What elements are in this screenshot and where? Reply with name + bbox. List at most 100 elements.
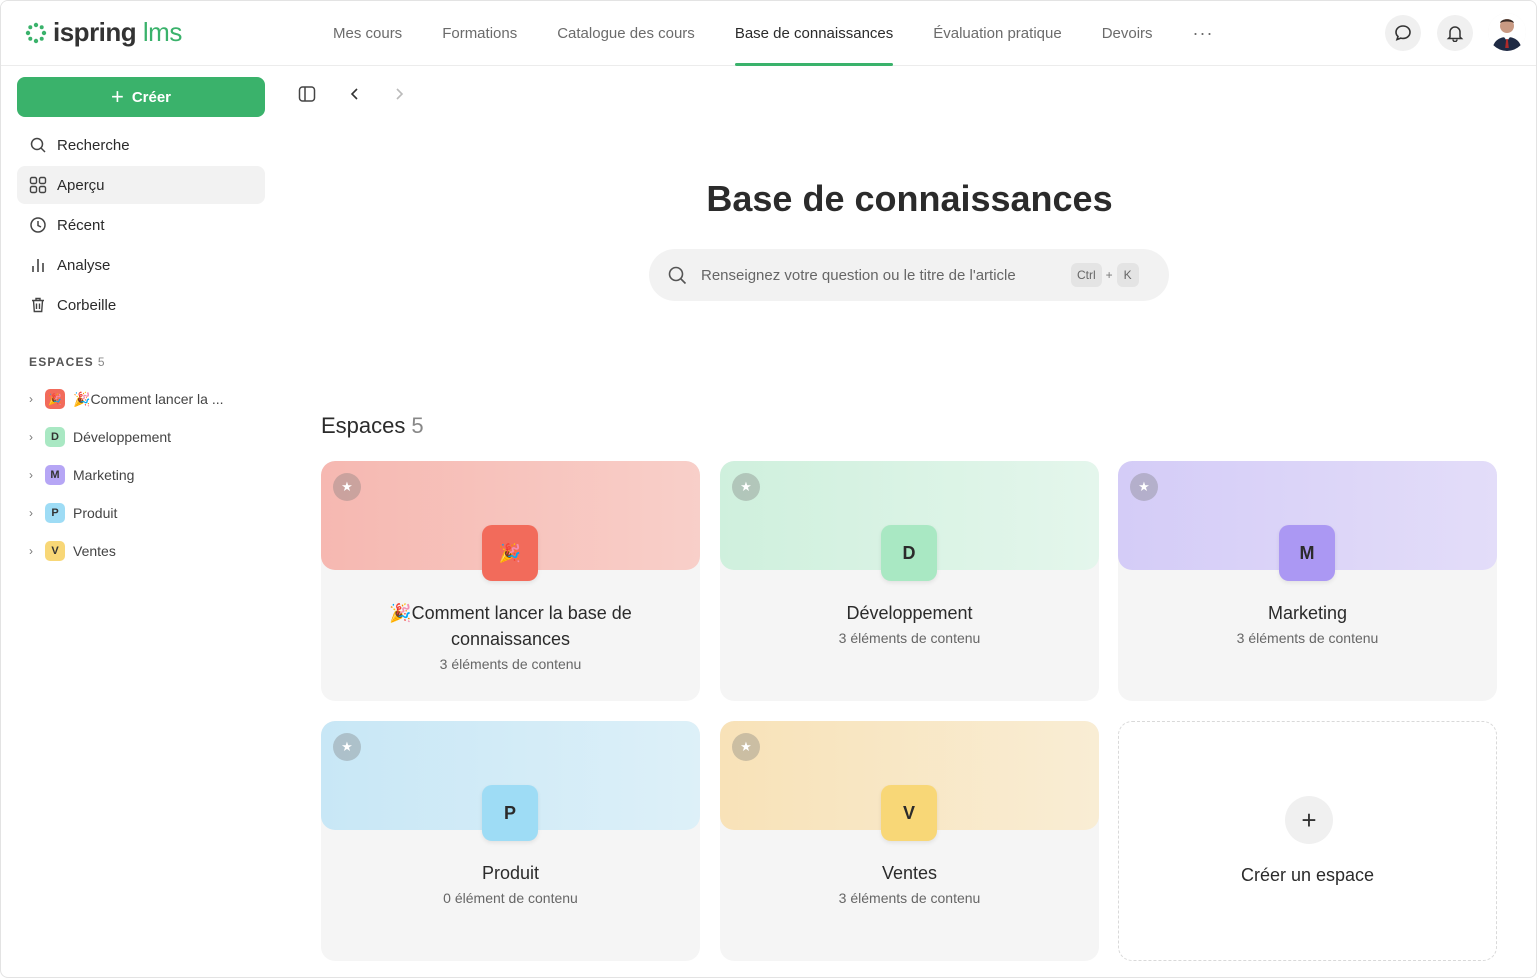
main-nav: Mes cours Formations Catalogue des cours… bbox=[313, 1, 1234, 66]
forward-button[interactable] bbox=[389, 84, 409, 104]
nav-catalogue[interactable]: Catalogue des cours bbox=[537, 1, 715, 66]
sidebar-item-analyse[interactable]: Analyse bbox=[17, 246, 265, 284]
space-label: Marketing bbox=[73, 467, 135, 483]
card-subtitle: 3 éléments de contenu bbox=[838, 890, 981, 906]
space-card-developpement[interactable]: ★ D Développement 3 éléments de contenu bbox=[720, 461, 1099, 701]
sidebar-item-label: Récent bbox=[57, 216, 105, 234]
card-subtitle: 3 éléments de contenu bbox=[1236, 630, 1379, 646]
chevron-right-icon[interactable]: › bbox=[25, 468, 37, 482]
shortcut-k-key: K bbox=[1116, 263, 1139, 287]
card-title-text: Comment lancer la base de connaissances bbox=[411, 603, 632, 649]
card-title: 🎉Comment lancer la base de connaissances bbox=[341, 600, 680, 652]
card-title: Marketing bbox=[1267, 603, 1348, 623]
sidebar-item-label: Analyse bbox=[57, 256, 111, 274]
space-tile: V bbox=[881, 785, 937, 841]
trash-icon bbox=[29, 296, 47, 314]
star-icon[interactable]: ★ bbox=[333, 473, 361, 501]
sidebar-item-apercu[interactable]: Aperçu bbox=[17, 166, 265, 204]
party-icon: 🎉 bbox=[389, 603, 412, 623]
logo[interactable]: ispring lms bbox=[25, 17, 182, 48]
star-icon[interactable]: ★ bbox=[1130, 473, 1158, 501]
create-space-label: Créer un espace bbox=[1240, 865, 1375, 885]
chat-icon bbox=[1395, 25, 1411, 41]
space-tile: 🎉 bbox=[482, 525, 538, 581]
space-card-comment-lancer[interactable]: ★ 🎉 🎉Comment lancer la base de connaissa… bbox=[321, 461, 700, 701]
app-window: ispring lms Mes cours Formations Catalog… bbox=[0, 0, 1537, 978]
space-tile: D bbox=[881, 525, 937, 581]
nav-formations[interactable]: Formations bbox=[422, 1, 537, 66]
avatar[interactable] bbox=[1488, 13, 1526, 51]
clock-icon bbox=[29, 216, 47, 234]
search-icon bbox=[29, 136, 47, 154]
space-tile: P bbox=[482, 785, 538, 841]
section-count: 5 bbox=[411, 413, 424, 438]
sidebar-item-recent[interactable]: Récent bbox=[17, 206, 265, 244]
chevron-right-icon[interactable]: › bbox=[25, 544, 37, 558]
chevron-right-icon[interactable]: › bbox=[25, 430, 37, 444]
create-space-card[interactable]: + Créer un espace bbox=[1118, 721, 1497, 961]
chevron-right-icon bbox=[396, 88, 404, 100]
nav-evaluation-pratique[interactable]: Évaluation pratique bbox=[913, 1, 1081, 66]
sidebar-item-label: Recherche bbox=[57, 136, 130, 154]
logo-main: ispring bbox=[53, 17, 137, 47]
sidebar-item-corbeille[interactable]: Corbeille bbox=[17, 286, 265, 324]
sidebar-item-label: Aperçu bbox=[57, 176, 105, 194]
grid-icon bbox=[29, 176, 47, 194]
space-label: 🎉Comment lancer la ... bbox=[73, 391, 224, 408]
card-subtitle: 0 élément de contenu bbox=[443, 890, 578, 906]
back-button[interactable] bbox=[345, 84, 365, 104]
logo-text: ispring lms bbox=[53, 17, 182, 48]
card-title: Produit bbox=[481, 863, 540, 883]
sidebar-space-ventes[interactable]: › V Ventes bbox=[25, 536, 265, 566]
nav-more-button[interactable]: ··· bbox=[1173, 1, 1234, 66]
top-bar: ispring lms Mes cours Formations Catalog… bbox=[1, 1, 1536, 66]
chevron-right-icon[interactable]: › bbox=[25, 506, 37, 520]
space-tile: M bbox=[1279, 525, 1335, 581]
bell-icon bbox=[1446, 26, 1464, 42]
chat-button[interactable] bbox=[1385, 15, 1421, 51]
shortcut-plus: + bbox=[1105, 268, 1113, 282]
main-content: Base de connaissances Ctrl + K Espaces5 … bbox=[281, 66, 1536, 977]
card-title: Développement bbox=[846, 603, 973, 623]
sidebar-space-marketing[interactable]: › M Marketing bbox=[25, 460, 265, 490]
section-title-text: Espaces bbox=[321, 413, 406, 438]
sidebar-item-recherche[interactable]: Recherche bbox=[17, 126, 265, 164]
user-avatar-icon bbox=[1488, 13, 1526, 51]
party-icon: 🎉 bbox=[73, 390, 91, 407]
espaces-heading: ESPACES 5 bbox=[29, 355, 106, 369]
chevron-right-icon[interactable]: › bbox=[25, 392, 37, 406]
search-icon bbox=[668, 266, 687, 285]
notifications-button[interactable] bbox=[1437, 15, 1473, 51]
space-card-produit[interactable]: ★ P Produit 0 élément de contenu bbox=[321, 721, 700, 961]
espaces-count: 5 bbox=[97, 355, 106, 369]
space-label: Développement bbox=[73, 429, 172, 445]
sidebar-toggle-icon bbox=[298, 86, 316, 102]
space-card-ventes[interactable]: ★ V Ventes 3 éléments de contenu bbox=[720, 721, 1099, 961]
space-label-text: Comment lancer la ... bbox=[90, 390, 224, 407]
plus-icon: + bbox=[1285, 796, 1333, 844]
search-bar[interactable]: Ctrl + K bbox=[649, 249, 1169, 301]
sidebar-space-developpement[interactable]: › D Développement bbox=[25, 422, 265, 452]
star-icon[interactable]: ★ bbox=[333, 733, 361, 761]
logo-suffix: lms bbox=[142, 17, 182, 47]
space-card-marketing[interactable]: ★ M Marketing 3 éléments de contenu bbox=[1118, 461, 1497, 701]
sidebar-space-produit[interactable]: › P Produit bbox=[25, 498, 265, 528]
create-button-label: Créer bbox=[131, 88, 172, 106]
space-label: Produit bbox=[73, 505, 118, 521]
create-button[interactable]: + Créer bbox=[17, 77, 265, 117]
sidebar: + Créer Recherche Aperçu Récent Analyse … bbox=[1, 66, 281, 977]
nav-devoirs[interactable]: Devoirs bbox=[1082, 1, 1173, 66]
nav-mes-cours[interactable]: Mes cours bbox=[313, 1, 422, 66]
sidebar-space-comment-lancer[interactable]: › 🎉 🎉Comment lancer la ... bbox=[25, 384, 265, 414]
search-input[interactable] bbox=[701, 266, 1071, 284]
star-icon[interactable]: ★ bbox=[732, 733, 760, 761]
toggle-sidebar-button[interactable] bbox=[297, 84, 317, 104]
section-title: Espaces 5 bbox=[321, 413, 424, 439]
space-badge: P bbox=[45, 503, 65, 523]
nav-base-de-connaissances[interactable]: Base de connaissances bbox=[715, 1, 913, 66]
card-subtitle: 3 éléments de contenu bbox=[838, 630, 981, 646]
card-title: Ventes bbox=[881, 863, 938, 883]
espaces-title: ESPACES bbox=[29, 355, 94, 369]
star-icon[interactable]: ★ bbox=[732, 473, 760, 501]
bar-chart-icon bbox=[29, 256, 47, 274]
